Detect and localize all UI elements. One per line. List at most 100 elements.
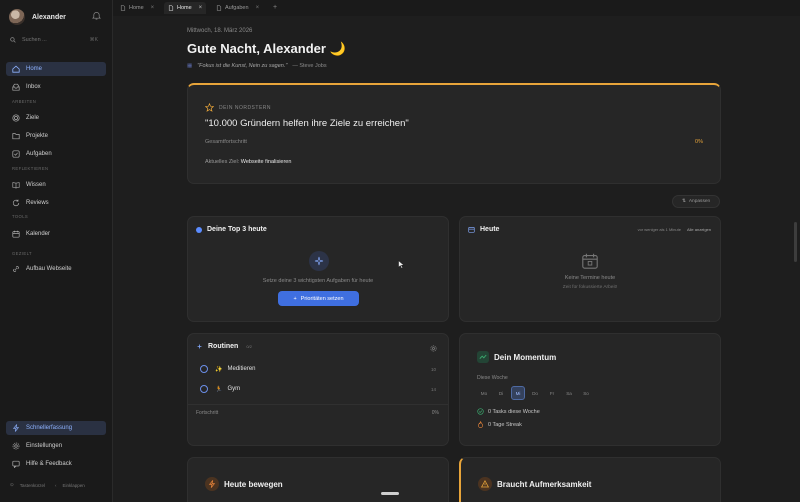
show-all-link[interactable]: Alle anzeigen	[687, 227, 711, 232]
routine-item[interactable]: 🏃 Gym	[200, 385, 240, 393]
sidebar-item-inbox[interactable]: Inbox	[6, 80, 106, 94]
momentum-title-text: Dein Momentum	[494, 352, 557, 362]
quote-author: — Steve Jobs	[292, 63, 327, 69]
sidebar-item-aufbau-webseite[interactable]: Aufbau Webseite	[6, 262, 106, 276]
routine-checkbox[interactable]	[200, 385, 208, 393]
calendar-icon	[468, 227, 475, 233]
warning-icon	[478, 477, 492, 491]
user-name: Alexander	[32, 13, 66, 21]
sidebar-item-label: Wissen	[26, 182, 46, 188]
north-star-label: DEIN NORDSTERN	[219, 104, 272, 111]
sidebar-item-label: Projekte	[26, 133, 49, 139]
adjust-button[interactable]: ⇅ Anpassen	[672, 195, 720, 208]
user-menu[interactable]: Alexander	[9, 9, 66, 25]
collapse-button[interactable]: Einklappen	[63, 483, 85, 488]
attention-title: Braucht Aufmerksamkeit	[478, 477, 591, 491]
streak: 0 Tage Streak	[477, 421, 522, 428]
last-updated: vor weniger als 1 Minute	[637, 227, 681, 232]
today-meta: vor weniger als 1 Minute Alle anzeigen	[638, 227, 711, 232]
resize-handle[interactable]	[381, 492, 399, 495]
tab-home-1[interactable]: Home ×	[120, 2, 154, 14]
divider	[188, 404, 448, 405]
week-days: Mo Di Mi Do Fr Sa So	[477, 386, 593, 400]
north-star-card[interactable]: DEIN NORDSTERN "10.000 Gründern helfen i…	[187, 83, 721, 184]
quote-icon: ▦	[187, 63, 193, 69]
adjust-label: Anpassen	[688, 199, 711, 204]
sidebar-item-schnellerfassung[interactable]: Schnellerfassung	[6, 421, 106, 435]
document-icon	[168, 5, 174, 11]
search-input[interactable]: Suchen ... ⌘K	[10, 35, 102, 45]
sparkle-icon	[309, 251, 329, 271]
sidebar-item-reviews[interactable]: Reviews	[6, 196, 106, 210]
day-cell: Sa	[566, 390, 572, 396]
routine-checkbox[interactable]	[200, 365, 208, 373]
move-today-title: Heute bewegen	[205, 477, 283, 491]
routine-item[interactable]: ✨ Meditieren	[200, 365, 256, 373]
sidebar-item-label: Home	[26, 66, 43, 72]
today-empty-text: Keine Termine heute	[564, 275, 616, 281]
routine-emoji: ✨	[215, 366, 223, 373]
search-shortcut: ⌘K	[89, 37, 98, 43]
sidebar-footer: ⊙ Tastenkürzel ‹ Einklappen	[10, 482, 85, 488]
home-icon	[11, 65, 20, 74]
tab-bar: Home × Home × Aufgaben × +	[113, 0, 800, 16]
plus-icon: +	[293, 295, 297, 302]
sidebar-item-label: Aufbau Webseite	[26, 266, 72, 272]
current-date: Mittwoch, 18. März 2026	[187, 28, 253, 34]
link-icon	[11, 265, 20, 274]
progress-value: 0%	[695, 139, 703, 145]
today-card: Heute vor weniger als 1 Minute Alle anze…	[459, 216, 721, 322]
north-star-header: DEIN NORDSTERN	[205, 103, 271, 112]
streak-text: 0 Tage Streak	[488, 421, 522, 428]
target-icon	[11, 114, 20, 123]
search-icon	[10, 37, 16, 43]
sidebar-item-aufgaben[interactable]: Aufgaben	[6, 147, 106, 161]
keyboard-icon: ⊙	[10, 482, 14, 487]
tab-label: Aufgaben	[225, 5, 249, 11]
momentum-card: Dein Momentum Diese Woche Mo Di Mi Do Fr…	[459, 333, 721, 446]
week-label: Diese Woche	[477, 375, 508, 381]
sidebar-item-label: Einstellungen	[26, 443, 63, 449]
close-icon[interactable]: ×	[256, 5, 260, 11]
day-cell-today: Mi	[511, 386, 525, 400]
refresh-icon	[11, 199, 20, 208]
sidebar: Alexander Suchen ... ⌘K Home Inbox ARBEI…	[0, 0, 113, 502]
shortcuts-link[interactable]: Tastenkürzel	[20, 483, 45, 488]
flame-icon	[478, 421, 483, 428]
sidebar-item-label: Kalender	[26, 231, 51, 237]
checkbox-icon	[11, 150, 20, 159]
tab-home-2[interactable]: Home ×	[164, 2, 207, 14]
routine-count: 14	[430, 387, 436, 392]
sliders-icon: ⇅	[681, 199, 686, 204]
bell-icon[interactable]	[92, 11, 101, 20]
move-today-title-text: Heute bewegen	[224, 479, 283, 489]
gear-icon[interactable]	[430, 345, 437, 352]
sidebar-item-label: Aufgaben	[26, 151, 52, 157]
current-goal-link[interactable]: Webseite finalisieren	[241, 159, 292, 165]
close-icon[interactable]: ×	[151, 5, 155, 11]
avatar	[9, 9, 25, 25]
today-empty-sub: Zeit für fokussierte Arbeit!	[562, 285, 618, 290]
sidebar-item-einstellungen[interactable]: Einstellungen	[6, 439, 106, 453]
sidebar-item-home[interactable]: Home	[6, 62, 106, 76]
sidebar-item-kalender[interactable]: Kalender	[6, 227, 106, 241]
routine-count: 10	[430, 367, 436, 372]
add-tab-button[interactable]: +	[273, 4, 277, 11]
day-cell: Do	[532, 390, 538, 396]
day-cell: So	[583, 390, 589, 396]
section-label: REFLEKTIEREN	[12, 166, 49, 171]
scrollbar[interactable]	[794, 222, 797, 262]
sidebar-item-hilfe[interactable]: Hilfe & Feedback	[6, 457, 106, 471]
set-priorities-button[interactable]: + Prioritäten setzen	[278, 291, 359, 306]
routines-card: Routinen 0/2 ✨ Meditieren 10 🏃 Gym 14 Fo…	[187, 333, 449, 446]
sidebar-item-projekte[interactable]: Projekte	[6, 129, 106, 143]
sidebar-item-ziele[interactable]: Ziele	[6, 111, 106, 125]
close-icon[interactable]: ×	[199, 5, 203, 11]
section-label: TOOLS	[12, 214, 29, 219]
current-goal: Aktuelles Ziel: Webseite finalisieren	[205, 159, 291, 165]
sidebar-item-wissen[interactable]: Wissen	[6, 178, 106, 192]
gear-icon	[11, 442, 20, 451]
page-title: Gute Nacht, Alexander 🌙	[187, 41, 346, 56]
mouse-cursor-icon	[398, 260, 405, 269]
tab-aufgaben[interactable]: Aufgaben ×	[216, 2, 259, 14]
